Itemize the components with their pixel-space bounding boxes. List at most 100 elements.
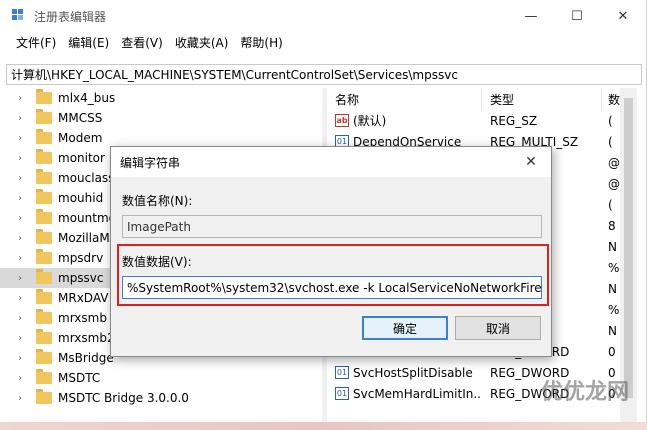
value-data: N — [608, 239, 617, 254]
chevron-right-icon[interactable]: › — [18, 193, 28, 204]
title-bar: 注册表编辑器 — ☐ ✕ — [0, 0, 646, 32]
chevron-right-icon[interactable]: › — [18, 233, 28, 244]
folder-icon — [36, 149, 52, 164]
ok-button[interactable]: 确定 — [362, 316, 448, 340]
tree-item[interactable]: › mlx4_bus — [0, 88, 322, 108]
value-data: ( — [608, 134, 613, 149]
column-type-header[interactable]: 类型 — [482, 88, 602, 110]
chevron-right-icon[interactable]: › — [18, 93, 28, 104]
folder-icon — [36, 109, 52, 124]
value-name-label: 数值名称(N): — [122, 194, 193, 208]
chevron-right-icon[interactable]: › — [18, 313, 28, 324]
value-data: N — [608, 323, 617, 338]
menu-help[interactable]: 帮助(H) — [240, 34, 282, 51]
value-data: @ — [608, 176, 620, 191]
tree-item-label: mpssvc — [58, 271, 104, 285]
value-type: REG_SZ — [490, 113, 538, 128]
folder-icon — [36, 129, 52, 144]
value-data-input[interactable]: %SystemRoot%\system 32\svchost.exe -k Loc… — [122, 276, 542, 299]
cancel-button[interactable]: 取消 — [455, 316, 541, 340]
folder-icon — [36, 89, 52, 104]
chevron-right-icon[interactable]: › — [18, 153, 28, 164]
list-header: 名称 类型 数 — [327, 88, 620, 110]
folder-icon — [36, 389, 52, 404]
folder-icon — [36, 249, 52, 264]
tree-item-label: MozillaMa — [58, 231, 118, 245]
tree-item-label: MsBridge — [58, 351, 114, 365]
chevron-right-icon[interactable]: › — [18, 293, 28, 304]
tree-item-label: mlx4_bus — [58, 91, 116, 105]
edit-string-dialog: 编辑字符串 ✕ 数值名称(N): ImagePath 数值数据(V): %Sys… — [110, 146, 552, 357]
tree-item-label: mouhid — [58, 191, 104, 205]
value-name-cell: 01 SvcMemHardLimitIn... — [327, 387, 482, 401]
menu-bar: 文件(F) 编辑(E) 查看(V) 收藏夹(A) 帮助(H) — [0, 32, 646, 52]
tree-item[interactable]: › Modem — [0, 128, 322, 148]
chevron-right-icon[interactable]: › — [18, 353, 28, 364]
value-name: SvcMemHardLimitIn... — [353, 386, 482, 401]
value-data: ( — [608, 197, 613, 212]
binary-value-icon: 01 — [335, 387, 349, 400]
value-data-text-after: 32\svchost.exe -k LocalServiceNoNetworkF… — [269, 280, 542, 295]
close-button[interactable]: ✕ — [600, 0, 646, 32]
value-data-text-before: %SystemRoot%\system — [127, 280, 270, 295]
menu-edit[interactable]: 编辑(E) — [68, 34, 109, 51]
desktop-background — [0, 422, 647, 430]
column-name-header[interactable]: 名称 — [327, 88, 482, 110]
value-data: @ — [608, 155, 620, 170]
menu-favorites[interactable]: 收藏夹(A) — [175, 34, 229, 51]
tree-item-label: MSDTC — [58, 371, 101, 385]
minimize-button[interactable]: — — [508, 0, 554, 32]
value-data: 0 — [608, 344, 616, 359]
tree-item-label: mrxsmb — [58, 311, 107, 325]
address-bar[interactable]: 计算机\HKEY_LOCAL_MACHINE\SYSTEM\CurrentCon… — [6, 64, 642, 85]
binary-value-icon: 01 — [335, 366, 349, 379]
string-value-icon: ab — [335, 114, 349, 127]
value-data: % — [608, 302, 620, 317]
scroll-thumb[interactable] — [624, 98, 633, 398]
folder-icon — [36, 189, 52, 204]
tree-item-label: MRxDAV — [58, 291, 109, 305]
tree-item[interactable]: › MMCSS — [0, 108, 322, 128]
tree-item-label: monitor — [58, 151, 105, 165]
value-data: ( — [608, 113, 613, 128]
maximize-button[interactable]: ☐ — [554, 0, 600, 32]
value-name: (默认) — [353, 114, 387, 128]
tree-item-label: MSDTC Bridge 3.0.0.0 — [58, 391, 189, 405]
tree-item-label: mouclass — [58, 171, 115, 185]
value-name: SvcHostSplitDisable — [353, 365, 473, 380]
value-row[interactable]: ab (默认) REG_SZ ( — [327, 110, 620, 131]
dialog-title: 编辑字符串 — [120, 155, 181, 170]
value-name-cell: 01 SvcHostSplitDisable — [327, 366, 482, 380]
chevron-right-icon[interactable]: › — [18, 393, 28, 404]
tree-item-label: Modem — [58, 131, 103, 145]
chevron-right-icon[interactable]: › — [18, 273, 28, 284]
chevron-right-icon[interactable]: › — [18, 173, 28, 184]
chevron-right-icon[interactable]: › — [18, 253, 28, 264]
value-data: % — [608, 260, 620, 275]
tree-item-label: mpsdrv — [58, 251, 104, 265]
watermark: 优优龙网 — [540, 380, 629, 405]
value-name-field: ImagePath — [122, 215, 542, 238]
value-data-label: 数值数据(V): — [122, 255, 192, 269]
vertical-scrollbar[interactable] — [620, 88, 637, 422]
value-name-cell: ab (默认) — [327, 112, 482, 129]
tree-item-label: MMCSS — [58, 111, 103, 125]
dialog-title-bar: 编辑字符串 ✕ — [111, 147, 551, 177]
chevron-right-icon[interactable]: › — [18, 333, 28, 344]
tree-item[interactable]: › MSDTC Bridge 3.0.0.0 — [0, 388, 322, 408]
chevron-right-icon[interactable]: › — [18, 113, 28, 124]
chevron-right-icon[interactable]: › — [18, 213, 28, 224]
column-data-header[interactable]: 数 — [602, 91, 620, 108]
tree-item[interactable]: › MSDTC — [0, 368, 322, 388]
folder-icon — [36, 349, 52, 364]
window-title: 注册表编辑器 — [34, 9, 107, 24]
folder-icon — [36, 329, 52, 344]
folder-icon — [36, 309, 52, 324]
folder-icon — [36, 229, 52, 244]
menu-view[interactable]: 查看(V) — [121, 34, 163, 51]
chevron-right-icon[interactable]: › — [18, 373, 28, 384]
value-data: N — [608, 281, 617, 296]
dialog-close-icon[interactable]: ✕ — [511, 154, 551, 170]
menu-file[interactable]: 文件(F) — [16, 34, 56, 51]
chevron-right-icon[interactable]: › — [18, 133, 28, 144]
